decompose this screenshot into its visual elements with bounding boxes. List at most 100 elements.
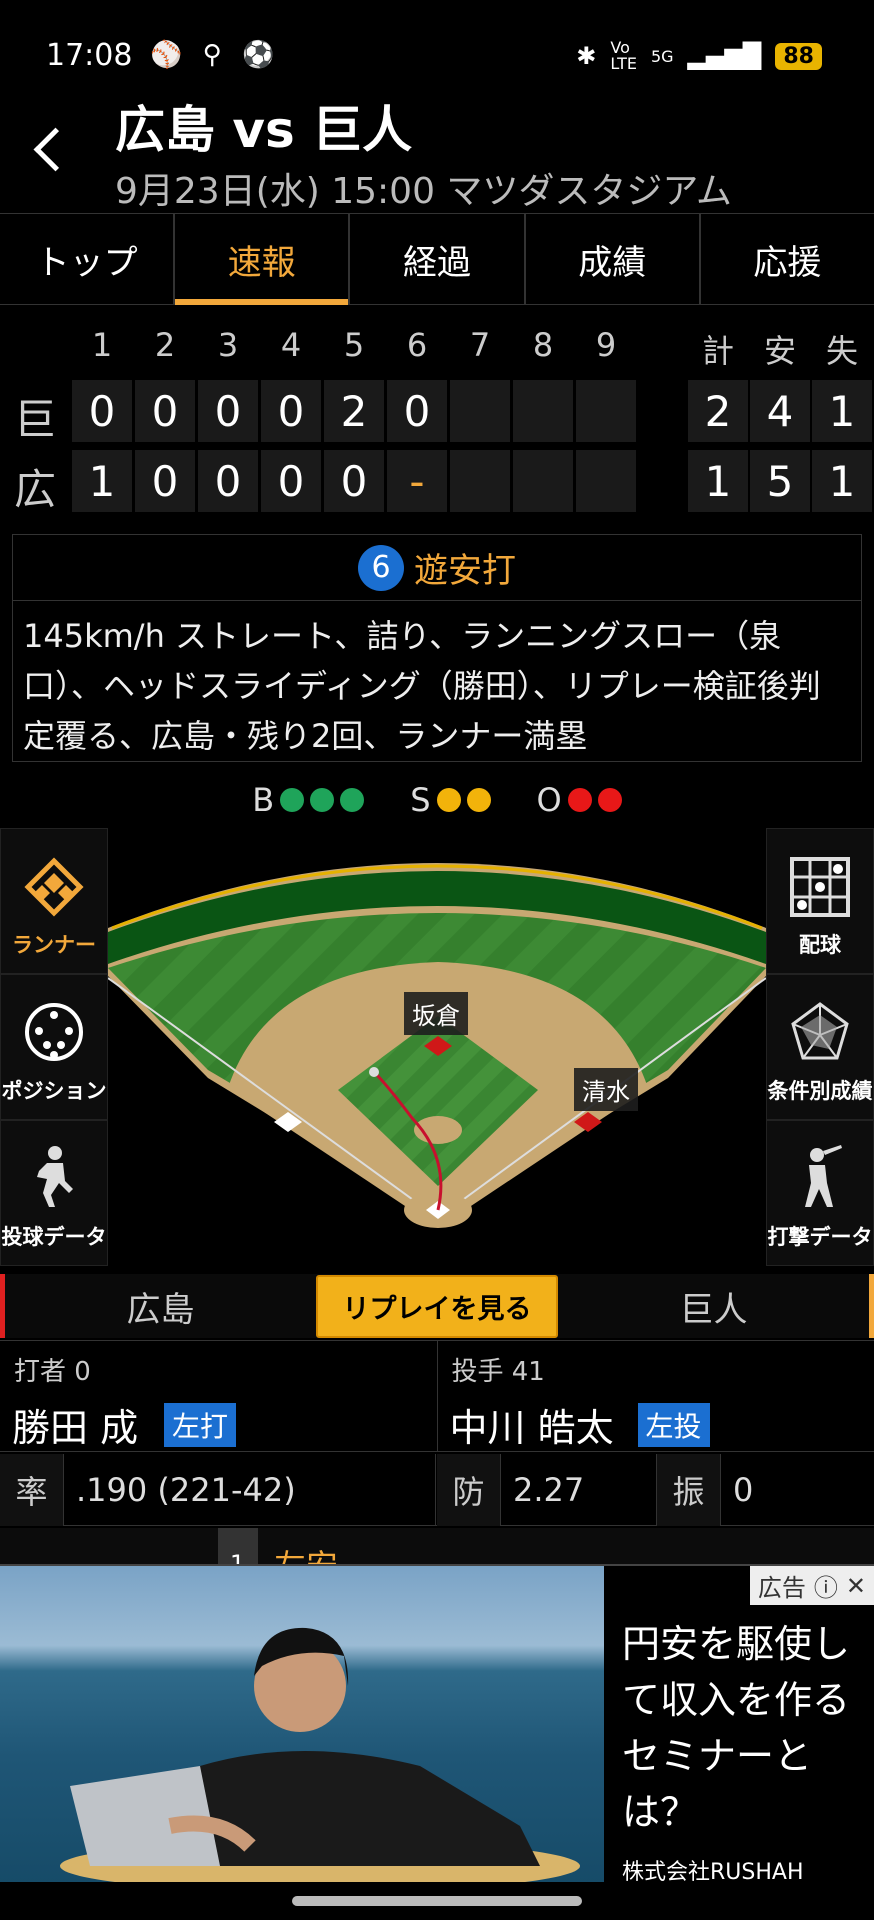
strikeout-label: 振 <box>657 1454 721 1526</box>
inning-score <box>576 380 636 442</box>
inning-score: 1 <box>72 450 132 512</box>
inning-score: 0 <box>135 450 195 512</box>
field-graphic <box>107 863 767 1228</box>
total-header: 失 <box>825 332 858 370</box>
team-abbrev: 巨 <box>14 395 57 444</box>
total-header: 計 <box>701 332 734 370</box>
baseball-field: 坂倉 清水 <box>107 828 767 1270</box>
inning-score: - <box>387 450 447 512</box>
ad-photo <box>60 1627 580 1884</box>
total-score: 2 <box>688 380 748 442</box>
total-score: 1 <box>812 380 872 442</box>
avg-value: .190 (221-42) <box>64 1454 436 1526</box>
tab-live[interactable]: 速報 <box>175 214 351 305</box>
balls-count: B <box>252 778 365 822</box>
pitcher-hand-badge: 左投 <box>637 1403 710 1447</box>
play-type: 遊安打 <box>414 551 516 591</box>
inning-header: 4 <box>280 326 302 364</box>
pitch-grid-icon <box>790 857 850 917</box>
outs-label: O <box>536 781 562 819</box>
notification-icons: ⚾ ⚲ ⚽ <box>150 40 281 70</box>
batter-hand-badge: 左打 <box>164 1403 237 1447</box>
inning-score: 0 <box>261 450 321 512</box>
signal-icon: ▂▄▆█ <box>687 42 762 70</box>
ad-headline[interactable]: 円安を駆使して収入を作るセミナーとは？ <box>622 1616 862 1840</box>
batting-data-label: 打撃データ <box>767 1225 873 1249</box>
back-arrow-icon[interactable] <box>28 120 68 180</box>
pitcher-role: 投手 41 <box>451 1357 545 1387</box>
position-icon <box>25 1003 83 1061</box>
total-score: 1 <box>812 450 872 512</box>
at-bat-result: 左安 <box>262 1528 338 1564</box>
tab-bar: トップ 速報 経過 成績 応援 <box>0 213 874 305</box>
total-score: 1 <box>688 450 748 512</box>
tab-top[interactable]: トップ <box>0 214 176 304</box>
ad-info-icon[interactable]: ⓘ <box>814 1568 838 1603</box>
batter-role: 打者 0 <box>14 1357 91 1387</box>
inning-score: 2 <box>324 380 384 442</box>
pitch-chart-label: 配球 <box>799 933 841 957</box>
inning-header: 5 <box>343 326 365 364</box>
balls-label: B <box>252 781 275 819</box>
stats-table: 率 .190 (221-42) 防 2.27 振 0 1 左安 <box>0 1454 874 1564</box>
tab-stats[interactable]: 成績 <box>526 214 701 304</box>
team-strip: 広島 リプレイを見る 巨人 <box>0 1274 874 1338</box>
strikes-dots <box>436 788 491 812</box>
balls-dot <box>310 788 335 812</box>
ad-banner[interactable]: 広告 ⓘ ✕ 円安を駆使して収入を作るセミナーとは？ 株式会社RUSHAH <box>0 1564 874 1885</box>
status-time: 17:08 <box>46 38 133 73</box>
tab-cheer[interactable]: 応援 <box>701 214 874 304</box>
outs-dots <box>567 788 622 812</box>
network-label: 5G <box>650 46 674 66</box>
inning-score <box>450 450 510 512</box>
bluetooth-icon: ✱ <box>576 42 597 70</box>
inning-score: 0 <box>135 380 195 442</box>
game-info: 9月23日(水) 15:00 マツダスタジアム <box>115 171 732 212</box>
home-team-label[interactable]: 広島 <box>5 1282 316 1331</box>
play-header: 6 遊安打 <box>13 535 861 601</box>
strikes-count: S <box>410 778 491 822</box>
outs-dot <box>597 788 622 812</box>
stats-row: 率 .190 (221-42) 防 2.27 振 0 <box>0 1454 874 1526</box>
batting-data-button[interactable]: 打撃データ <box>766 1120 874 1266</box>
ad-label-text: 広告 <box>757 1574 806 1602</box>
home-gesture-bar[interactable] <box>292 1896 582 1906</box>
era-label: 防 <box>437 1454 501 1526</box>
total-score: 4 <box>750 380 810 442</box>
pitcher-panel[interactable]: 投手 41 中川 皓太 左投 <box>438 1341 874 1451</box>
batter-icon <box>805 1145 842 1207</box>
runner-button[interactable]: ランナー <box>0 828 108 974</box>
inning-header: 3 <box>217 326 239 364</box>
outs-dot <box>567 788 592 812</box>
pitching-data-button[interactable]: 投球データ <box>0 1120 108 1266</box>
batter-name: 勝田 成 <box>12 1406 139 1450</box>
team-abbrev: 広 <box>14 465 57 514</box>
strikeout-value: 0 <box>733 1471 754 1509</box>
inning-score <box>576 450 636 512</box>
ad-badge[interactable]: 広告 ⓘ ✕ <box>749 1566 874 1605</box>
ad-close-icon[interactable]: ✕ <box>846 1572 866 1600</box>
conditional-stats-button[interactable]: 条件別成績 <box>766 974 874 1120</box>
balls-dot <box>340 788 365 812</box>
inning-header: 1 <box>91 326 113 364</box>
pitcher-name: 中川 皓太 <box>449 1406 614 1450</box>
game-header: 広島 vs 巨人 9月23日(水) 15:00 マツダスタジアム <box>0 90 874 212</box>
battery-icon: 88 <box>775 42 822 70</box>
pitching-data-label: 投球データ <box>1 1225 107 1249</box>
pitch-chart-button[interactable]: 配球 <box>766 828 874 974</box>
watch-replay-button[interactable]: リプレイを見る <box>316 1274 558 1338</box>
ad-image[interactable] <box>0 1566 604 1884</box>
runner-button-label: ランナー <box>12 933 96 957</box>
tab-progress[interactable]: 経過 <box>350 214 526 304</box>
away-team-label[interactable]: 巨人 <box>558 1282 869 1331</box>
matchup: 打者 0 勝田 成 左打 投手 41 中川 皓太 左投 <box>0 1340 874 1452</box>
stats-row-partial: 1 左安 <box>0 1528 874 1564</box>
radar-chart-icon <box>791 1002 849 1060</box>
inning-header: 9 <box>595 326 617 364</box>
batter-panel[interactable]: 打者 0 勝田 成 左打 <box>0 1341 438 1451</box>
balls-dot <box>280 788 305 812</box>
balls-dots <box>280 788 365 812</box>
inning-score: 0 <box>198 450 258 512</box>
position-button[interactable]: ポジション <box>0 974 108 1120</box>
inning-header: 7 <box>469 326 491 364</box>
